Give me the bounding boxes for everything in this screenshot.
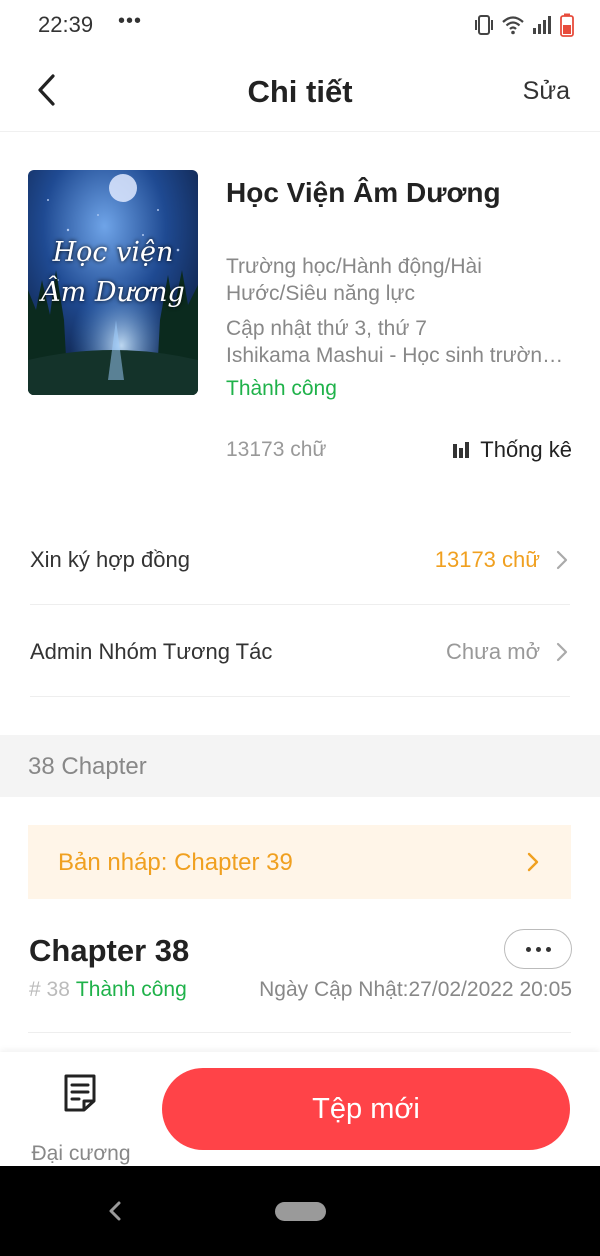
book-status: Thành công <box>226 377 337 400</box>
top-app-bar: Chi tiết Sửa <box>0 50 600 132</box>
chevron-right-icon <box>556 642 568 662</box>
divider <box>28 1032 571 1033</box>
contract-row[interactable]: Xin ký hợp đồng 13173 chữ <box>30 513 570 605</box>
chevron-right-icon <box>527 852 539 872</box>
chapter-meta: # 38 Thành công <box>29 978 187 1002</box>
nav-home-pill[interactable] <box>275 1202 326 1221</box>
new-file-button[interactable]: Tệp mới <box>162 1068 570 1150</box>
system-navigation-bar <box>0 1166 600 1256</box>
signal-icon <box>533 16 551 34</box>
outline-label: Đại cương <box>31 1142 131 1165</box>
chapter-number: # 38 <box>29 978 70 1001</box>
outline-button[interactable]: Đại cương <box>24 1070 138 1165</box>
page-title: Chi tiết <box>247 74 353 109</box>
status-icons <box>474 12 574 38</box>
admin-group-row[interactable]: Admin Nhóm Tương Tác Chưa mở <box>30 605 570 697</box>
stats-button[interactable]: Thống kê <box>452 437 572 463</box>
status-more-icon: ••• <box>118 10 143 32</box>
book-genres: Trường học/Hành động/Hài Hước/Siêu năng … <box>226 255 482 305</box>
admin-group-label: Admin Nhóm Tương Tác <box>30 639 273 664</box>
dot <box>545 946 551 952</box>
nav-back-icon[interactable] <box>105 1199 125 1223</box>
contract-value: 13173 chữ <box>434 547 540 572</box>
document-outline-icon <box>64 1074 96 1112</box>
contract-label: Xin ký hợp đồng <box>30 547 190 572</box>
stats-label: Thống kê <box>480 437 572 462</box>
chapter-section-header: 38 Chapter <box>0 735 600 797</box>
book-title: Học Viện Âm Dương <box>226 177 501 208</box>
battery-icon <box>560 13 574 37</box>
admin-group-value: Chưa mở <box>446 639 540 664</box>
cover-title-text: Học viện Âm Dương <box>41 237 185 308</box>
chapter-title[interactable]: Chapter 38 <box>29 933 189 969</box>
draft-chapter-banner[interactable]: Bản nháp: Chapter 39 <box>28 825 571 899</box>
edit-button[interactable]: Sửa <box>523 77 570 106</box>
more-options-button[interactable] <box>504 929 572 969</box>
dot <box>535 946 541 952</box>
draft-label: Bản nháp: Chapter 39 <box>58 849 293 876</box>
book-description: Ishikama Mashui - Học sinh trường trung … <box>226 344 572 367</box>
vibrate-icon <box>475 15 493 35</box>
chevron-right-icon <box>556 550 568 570</box>
chapter-status: Thành công <box>75 978 187 1001</box>
bottom-action-bar: Đại cương Tệp mới <box>0 1052 600 1166</box>
chapter-updated-date: Ngày Cập Nhật:27/02/2022 20:05 <box>259 978 572 1001</box>
bar-chart-icon <box>453 442 470 458</box>
status-bar: 22:39 ••• <box>0 0 600 50</box>
dot <box>525 946 531 952</box>
word-count: 13173 chữ <box>226 438 327 461</box>
status-time: 22:39 <box>38 12 94 37</box>
book-update-schedule: Cập nhật thứ 3, thứ 7 <box>226 317 427 340</box>
chapter-count: 38 Chapter <box>28 753 147 780</box>
wifi-icon <box>502 16 524 35</box>
